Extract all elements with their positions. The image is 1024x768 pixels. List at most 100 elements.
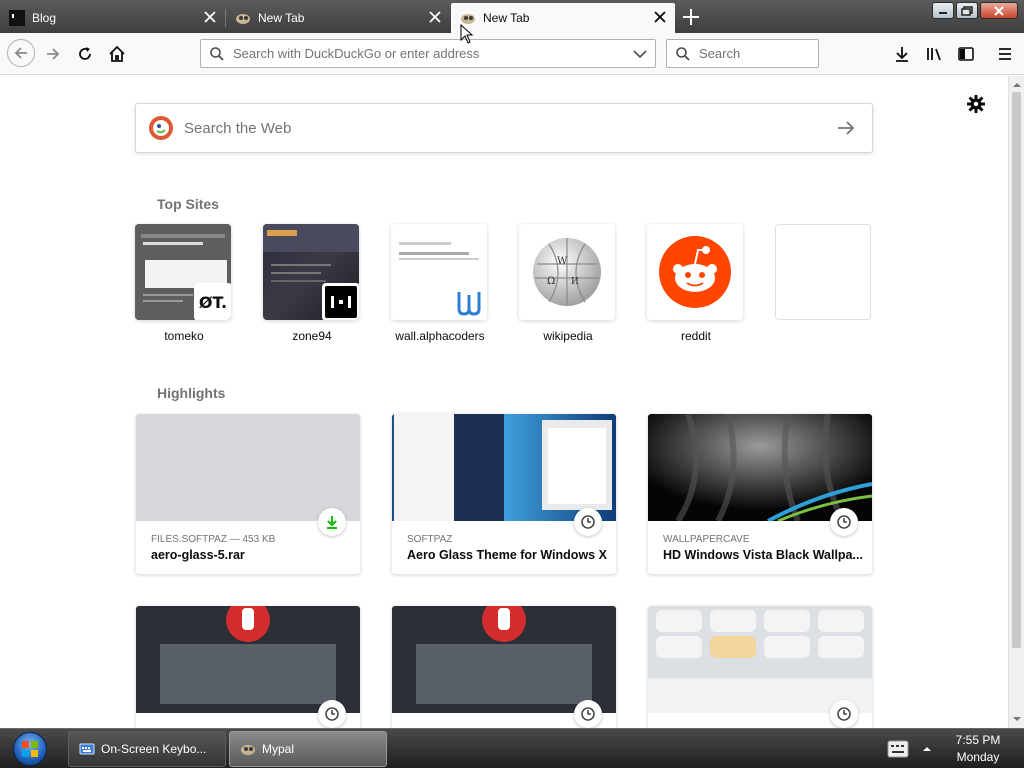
home-icon <box>109 45 125 62</box>
search-bar[interactable]: Search <box>666 39 819 68</box>
tab-title: New Tab <box>258 11 305 25</box>
highlight-type-badge <box>318 508 346 536</box>
menu-button[interactable] <box>992 41 1018 67</box>
back-button[interactable] <box>7 39 35 67</box>
back-arrow-icon <box>14 47 27 59</box>
reload-button[interactable] <box>72 41 98 67</box>
top-site-empty-slot[interactable] <box>775 224 873 320</box>
site-thumbnail <box>647 224 743 320</box>
highlight-image <box>648 606 872 713</box>
site-thumbnail <box>263 224 359 320</box>
taskbar-item-label: Mypal <box>262 742 295 756</box>
highlight-title: HD Windows Vista Black Wallpa... <box>663 548 863 562</box>
mypal-favicon-icon <box>235 10 251 26</box>
new-tab-page: Search the Web Top Sites ØT. tomeko zone… <box>0 76 1008 728</box>
system-tray: 7:55 PM Monday <box>884 729 1024 768</box>
search-submit-arrow-icon[interactable] <box>836 120 856 136</box>
search-icon <box>676 46 690 61</box>
minimize-icon <box>939 11 947 14</box>
keyboard-icon <box>79 743 95 755</box>
sidebar-button[interactable] <box>953 41 979 67</box>
start-button[interactable] <box>6 730 54 768</box>
tab-title: New Tab <box>483 11 530 25</box>
tomeko-logo-text: ØT. <box>198 292 228 312</box>
highlight-image <box>136 414 360 521</box>
dropdown-chevron-icon[interactable] <box>633 49 647 59</box>
plus-icon <box>683 9 699 25</box>
taskbar-item-mypal[interactable]: Mypal <box>229 731 387 767</box>
window-controls <box>932 2 1018 19</box>
top-site-wikipedia[interactable]: W Ω И wikipedia <box>519 224 617 343</box>
highlight-card[interactable] <box>648 606 872 728</box>
forward-button[interactable] <box>40 41 66 67</box>
show-hidden-icons-chevron-icon[interactable] <box>922 744 932 754</box>
highlight-type-badge <box>830 508 858 536</box>
highlight-type-badge <box>574 508 602 536</box>
keyboard-tray-icon[interactable] <box>887 740 909 758</box>
site-thumbnail: W Ω И <box>519 224 615 320</box>
highlight-card[interactable]: FILES.SOFTPAZ — 453 KB aero-glass-5.rar <box>136 414 360 574</box>
tab-blog[interactable]: Blog <box>0 3 225 33</box>
scroll-down-arrow-icon[interactable] <box>1009 712 1024 726</box>
site-badge <box>450 283 487 320</box>
tab-strip: Blog New Tab New Tab <box>0 0 1024 33</box>
scrollbar-thumb[interactable] <box>1012 92 1021 648</box>
top-site-tomeko[interactable]: ØT. tomeko <box>135 224 233 343</box>
download-icon <box>327 516 337 529</box>
vertical-scrollbar[interactable] <box>1008 76 1024 728</box>
customize-settings-button[interactable] <box>966 94 986 114</box>
top-site-wall-alphacoders[interactable]: wall.alphacoders <box>391 224 489 343</box>
new-tab-button[interactable] <box>680 6 702 28</box>
close-window-button[interactable] <box>980 2 1018 19</box>
system-clock[interactable]: 7:55 PM Monday <box>938 732 1018 766</box>
home-button[interactable] <box>104 41 130 67</box>
url-bar[interactable]: Search with DuckDuckGo or enter address <box>200 39 656 68</box>
minimize-button[interactable] <box>932 2 954 19</box>
download-icon <box>896 47 908 62</box>
reload-icon <box>79 47 91 60</box>
highlight-image <box>136 606 360 713</box>
highlight-card[interactable] <box>392 606 616 728</box>
highlight-card[interactable] <box>136 606 360 728</box>
restore-button[interactable] <box>956 2 978 19</box>
highlight-image <box>648 414 872 521</box>
sidebar-icon <box>958 47 974 61</box>
site-thumbnail-placeholder <box>775 224 871 320</box>
highlight-image <box>392 606 616 713</box>
svg-text:W: W <box>557 256 568 267</box>
mypal-app-icon <box>241 745 255 755</box>
highlight-type-badge <box>318 700 346 728</box>
top-site-label: wikipedia <box>543 329 593 343</box>
site-badge <box>322 283 359 320</box>
close-tab-icon[interactable] <box>653 10 667 24</box>
windows-taskbar: On-Screen Keybo... Mypal 7:55 PM Monday <box>0 728 1024 768</box>
close-tab-icon[interactable] <box>203 10 217 24</box>
top-sites-heading: Top Sites <box>157 196 219 212</box>
top-site-reddit[interactable]: reddit <box>647 224 745 343</box>
scroll-up-arrow-icon[interactable] <box>1009 78 1024 92</box>
highlight-source: WALLPAPERCAVE <box>663 534 750 545</box>
web-search-box[interactable]: Search the Web <box>135 103 873 153</box>
tab-new-tab-active[interactable]: New Tab <box>451 3 675 33</box>
highlight-type-badge <box>574 700 602 728</box>
highlight-source: SOFTPAZ <box>407 534 453 545</box>
clock-day: Monday <box>956 750 1000 764</box>
web-search-placeholder: Search the Web <box>184 119 292 137</box>
navigation-toolbar: Search with DuckDuckGo or enter address … <box>0 33 1024 75</box>
highlight-card[interactable]: WALLPAPERCAVE HD Windows Vista Black Wal… <box>648 414 872 574</box>
tab-new-tab-1[interactable]: New Tab <box>226 3 450 33</box>
clock-time: 7:55 PM <box>955 733 1001 747</box>
blog-favicon-icon <box>9 10 25 26</box>
search-placeholder: Search <box>699 46 741 61</box>
duckduckgo-logo-icon <box>149 116 173 140</box>
library-button[interactable] <box>921 41 947 67</box>
highlight-card[interactable]: SOFTPAZ Aero Glass Theme for Windows XP <box>392 414 616 574</box>
clock-icon <box>325 707 339 721</box>
taskbar-item-on-screen-keyboard[interactable]: On-Screen Keybo... <box>68 731 226 767</box>
close-tab-icon[interactable] <box>428 10 442 24</box>
top-site-zone94[interactable]: zone94 <box>263 224 361 343</box>
taskbar-item-label: On-Screen Keybo... <box>101 742 207 756</box>
url-placeholder: Search with DuckDuckGo or enter address <box>233 46 480 61</box>
clock-icon <box>581 707 595 721</box>
downloads-button[interactable] <box>889 41 915 67</box>
